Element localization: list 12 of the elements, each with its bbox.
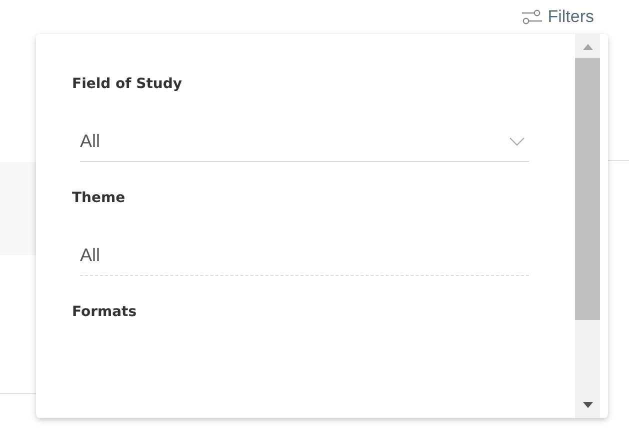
scrollbar-thumb[interactable] [575,58,600,320]
sliders-icon [520,9,543,25]
filter-label: Theme [72,190,126,208]
scrollbar[interactable] [575,34,600,418]
select-field[interactable]: All [80,122,529,162]
scroll-up-icon[interactable] [582,44,592,50]
filters-button[interactable]: Filters [520,6,594,28]
filter-label: Field of Study [72,76,184,94]
scroll-down-icon[interactable] [582,402,592,408]
filter-label: Formats [72,304,138,322]
input-field[interactable]: All [80,236,529,276]
chevron-down-icon [509,137,525,146]
